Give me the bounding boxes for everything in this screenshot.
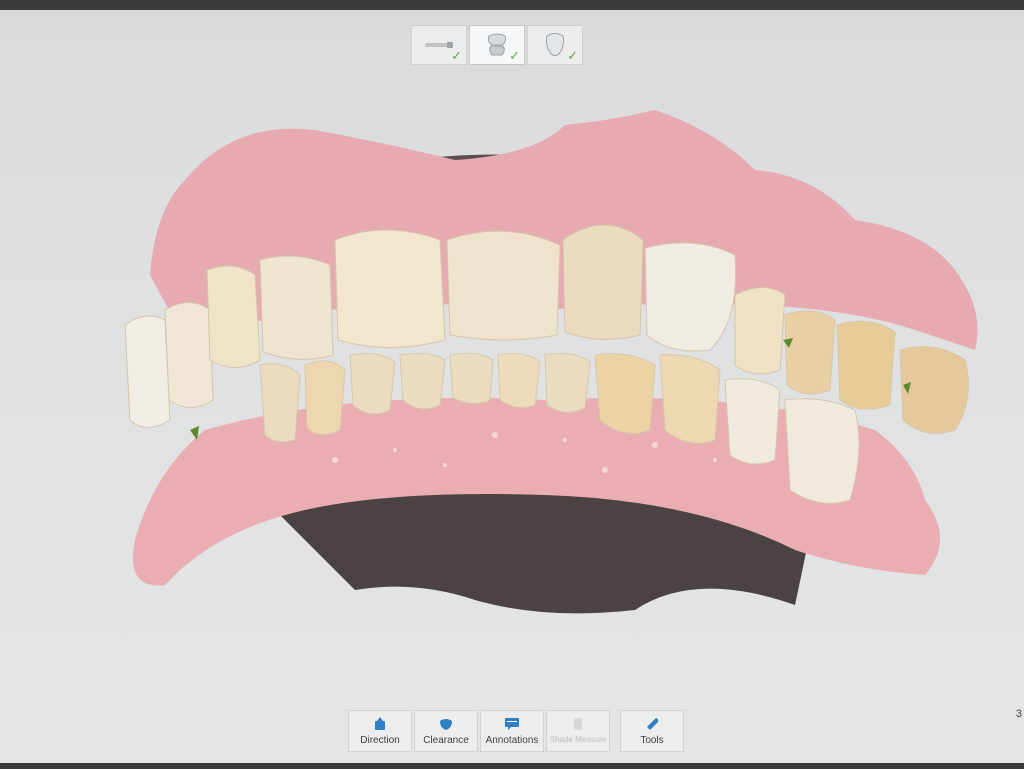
- screen: ✓ ✓ ✓ Direction Clearance Annotations Sh…: [0, 0, 1024, 769]
- direction-button[interactable]: Direction: [348, 710, 412, 752]
- completed-check-icon: ✓: [509, 48, 520, 63]
- bottom-tools-bar: Direction Clearance Annotations Shade Me…: [348, 710, 684, 752]
- direction-icon: [375, 717, 385, 730]
- workflow-stage-bar: ✓ ✓ ✓: [411, 25, 583, 65]
- completed-check-icon: ✓: [451, 48, 462, 63]
- shade-measure-label: Shade Measure: [549, 735, 607, 744]
- edge-glyph: 3: [1015, 708, 1022, 720]
- monitor-bezel-top: [0, 0, 1024, 10]
- scan-3d-viewport[interactable]: [95, 100, 995, 630]
- stage-scan-button[interactable]: ✓: [411, 25, 467, 65]
- annotations-label: Annotations: [485, 735, 539, 746]
- direction-label: Direction: [360, 735, 400, 746]
- shade-measure-icon: [574, 718, 582, 730]
- clearance-icon: [440, 719, 452, 730]
- tools-label: Tools: [640, 735, 664, 746]
- shade-measure-button[interactable]: Shade Measure: [546, 710, 610, 752]
- tooth-bite-icon: [488, 33, 506, 56]
- tools-button[interactable]: Tools: [620, 710, 684, 752]
- clearance-label: Clearance: [423, 735, 469, 746]
- stage-bite-button[interactable]: ✓: [469, 25, 525, 65]
- annotations-button[interactable]: Annotations: [480, 710, 544, 752]
- stage-crown-button[interactable]: ✓: [527, 25, 583, 65]
- tooth-crown-icon: [546, 33, 564, 56]
- monitor-bezel-bottom: [0, 763, 1024, 769]
- clearance-button[interactable]: Clearance: [414, 710, 478, 752]
- completed-check-icon: ✓: [567, 48, 578, 63]
- dental-scan-model: [124, 110, 978, 614]
- wrench-icon: [647, 718, 659, 730]
- annotations-icon: [505, 718, 519, 730]
